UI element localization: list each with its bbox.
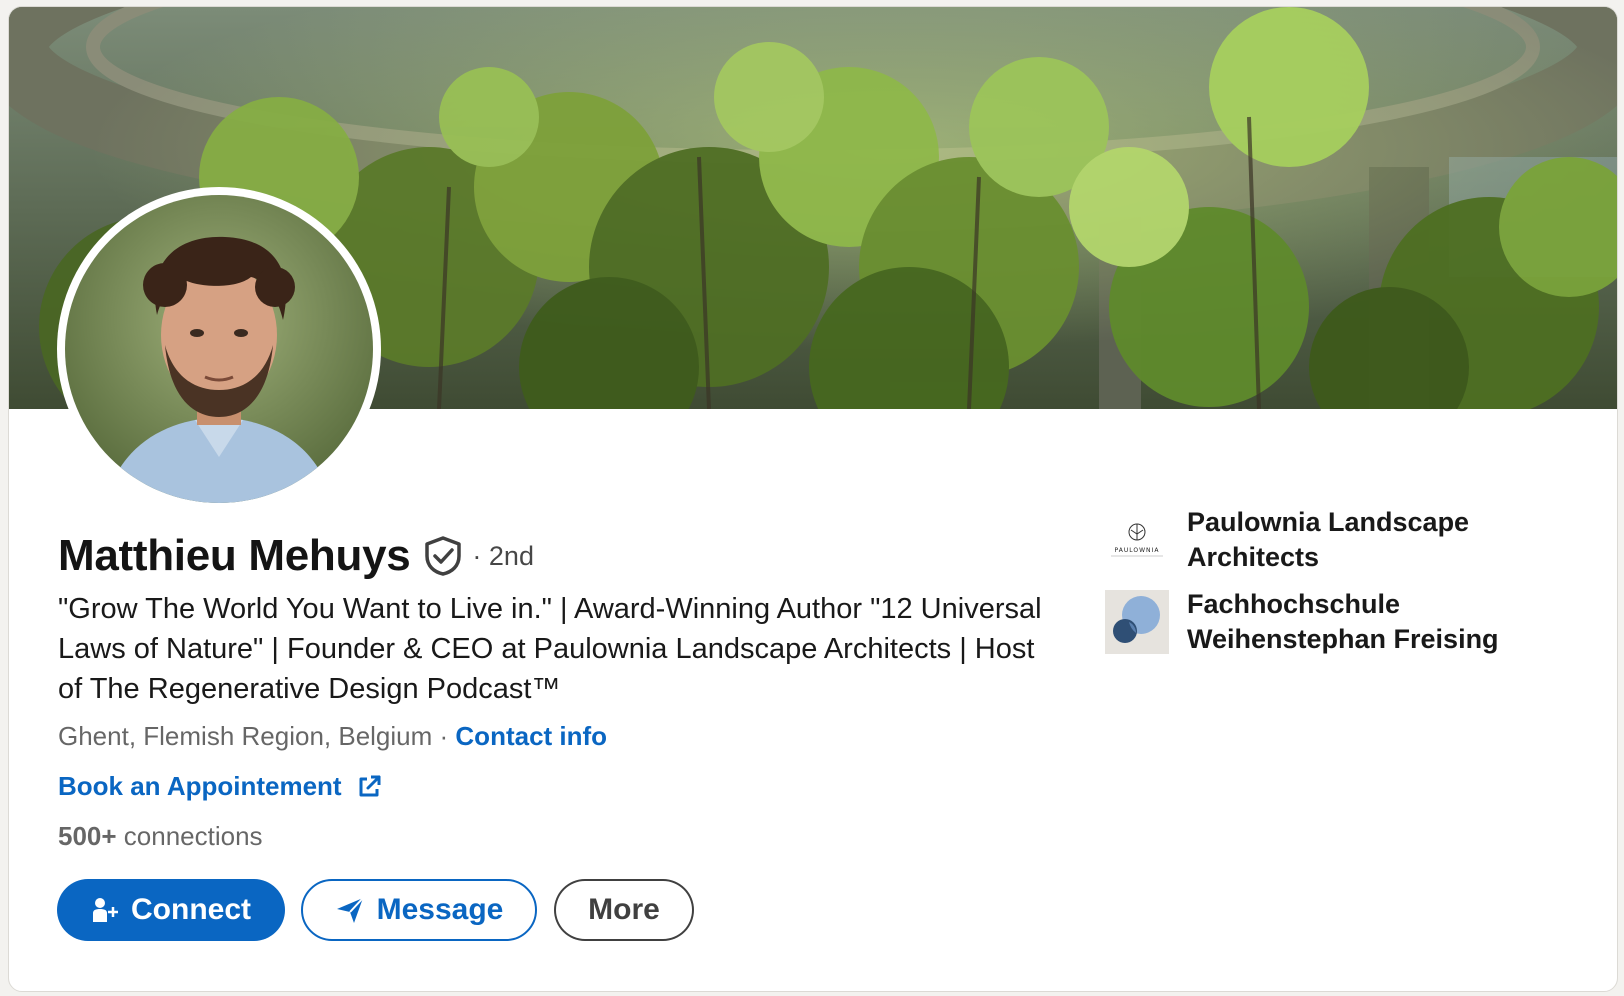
connections-number: 500+ xyxy=(58,821,117,851)
profile-headline: "Grow The World You Want to Live in." | … xyxy=(58,593,1042,705)
connect-label: Connect xyxy=(131,893,251,926)
book-appointment-link[interactable]: Book an Appointement xyxy=(58,771,342,802)
connect-button[interactable]: Connect xyxy=(57,879,285,941)
message-button[interactable]: Message xyxy=(301,879,537,941)
education-name: Fachhochschule Weihenstephan Freising xyxy=(1187,589,1499,654)
fachhochschule-logo xyxy=(1105,590,1169,654)
profile-photo[interactable] xyxy=(57,187,381,511)
connection-degree: · 2nd xyxy=(472,540,534,571)
name-row: Matthieu Mehuys · 2nd xyxy=(58,531,534,581)
location-row: Ghent, Flemish Region, Belgium · Contact… xyxy=(58,721,607,752)
profile-location: Ghent, Flemish Region, Belgium xyxy=(58,721,433,751)
org-current-company[interactable]: PAULOWNIA Paulownia Landscape Architects xyxy=(1105,505,1547,575)
external-link-icon xyxy=(356,774,382,800)
connections-label: connections xyxy=(116,821,263,851)
avatar xyxy=(65,195,373,503)
add-person-icon xyxy=(91,896,119,924)
current-company-name: Paulownia Landscape Architects xyxy=(1187,507,1470,572)
message-label: Message xyxy=(376,893,504,926)
profile-name: Matthieu Mehuys xyxy=(58,531,411,580)
org-education[interactable]: Fachhochschule Weihenstephan Freising xyxy=(1105,587,1547,657)
contact-info-link[interactable]: Contact info xyxy=(455,721,607,751)
verified-shield-icon[interactable] xyxy=(424,536,462,576)
more-button[interactable]: More xyxy=(554,879,694,941)
separator-dot: · xyxy=(432,721,456,751)
paulownia-logo-text: PAULOWNIA xyxy=(1115,547,1160,554)
paulownia-logo: PAULOWNIA xyxy=(1105,508,1169,572)
book-appointment-row[interactable]: Book an Appointement xyxy=(58,771,382,802)
more-label: More xyxy=(588,893,660,926)
connections-count[interactable]: 500+ connections xyxy=(58,821,263,852)
profile-card: Matthieu Mehuys · 2nd "Grow The World Yo… xyxy=(8,6,1618,992)
paper-plane-icon xyxy=(335,896,365,924)
